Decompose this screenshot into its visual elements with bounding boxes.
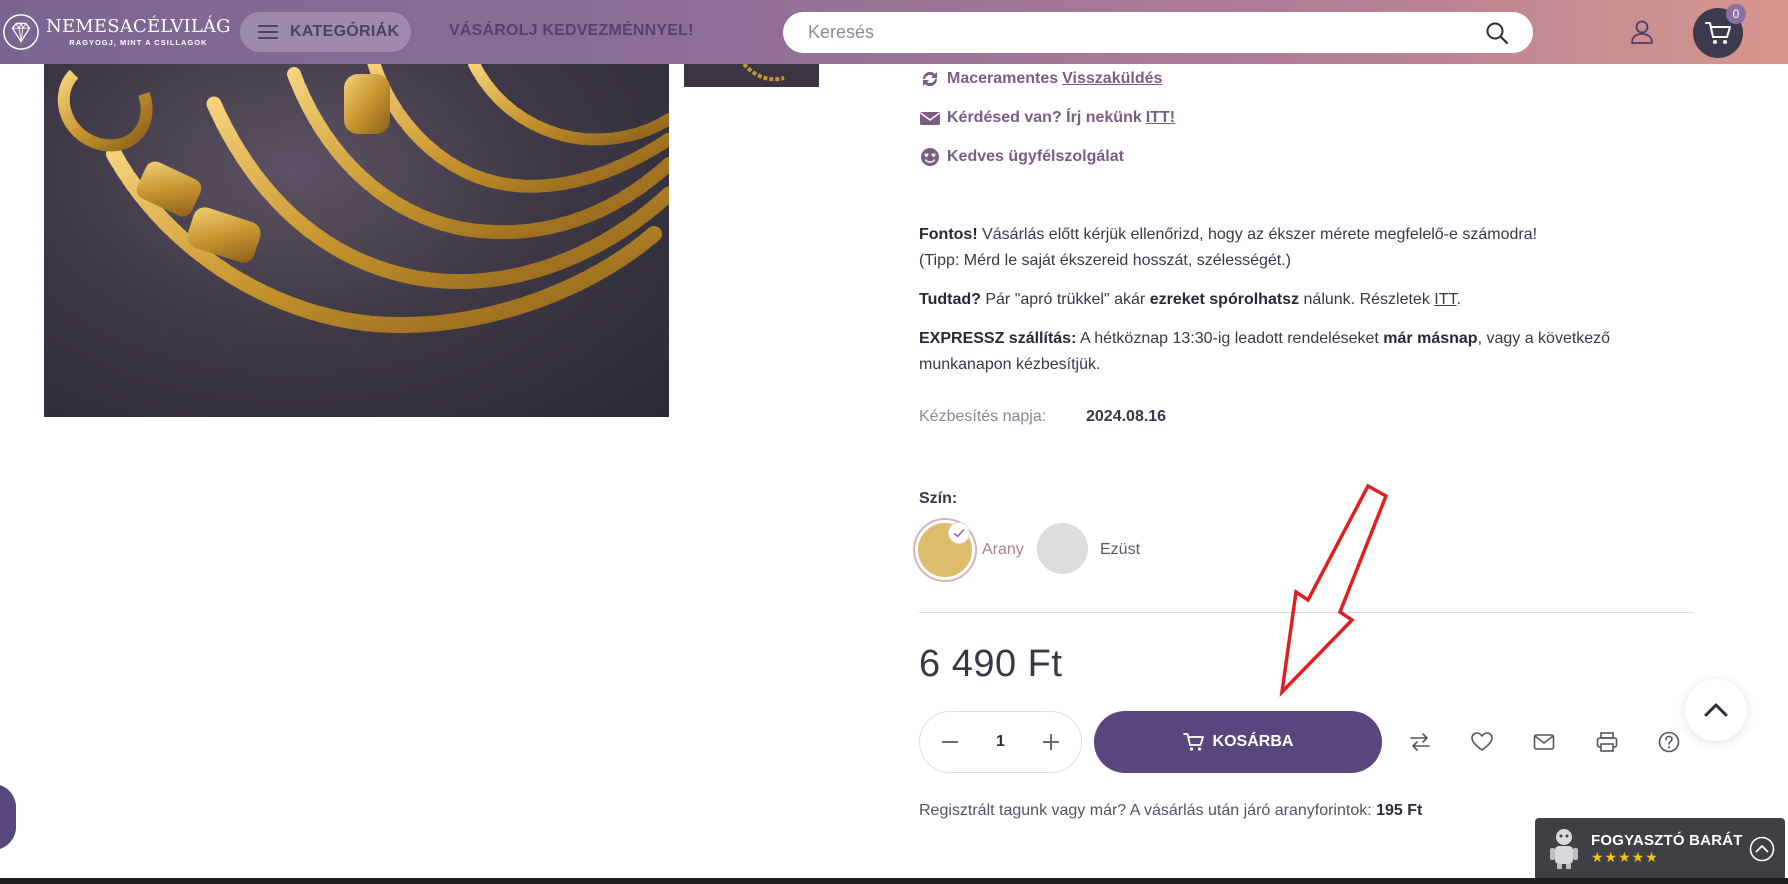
- express-text: A hétköznap 13:30-ig leadott rendeléseke…: [1079, 330, 1379, 347]
- express-shipping-note: EXPRESSZ szállítás: A hétköznap 13:30-ig…: [919, 326, 1679, 378]
- cart-count-badge: 0: [1726, 4, 1746, 24]
- chevron-up-circle-icon[interactable]: [1749, 836, 1775, 862]
- envelope-icon: [920, 112, 940, 125]
- important-text: Vásárlás előtt kérjük ellenőrizd, hogy a…: [982, 226, 1538, 243]
- express-text2: , vagy a következő: [1477, 330, 1611, 347]
- compare-icon[interactable]: [1408, 730, 1432, 754]
- logo-text: NEMESACÉLVILÁG RAGYOGJ, MINT A CSILLAGOK: [46, 15, 231, 48]
- search-bar: [783, 12, 1533, 53]
- color-label: Szín:: [919, 490, 958, 507]
- product-price: 6 490 Ft: [919, 643, 1063, 685]
- thumbnail-image: [742, 64, 785, 82]
- return-arrows-icon: [922, 71, 938, 87]
- perk-support: Kedves ügyfélszolgálat: [919, 146, 1124, 168]
- checkmark-icon: [948, 522, 970, 544]
- smiley-heart-eyes-icon: [921, 148, 939, 166]
- express-bold: EXPRESSZ szállítás:: [919, 330, 1077, 347]
- important-note: Fontos! Vásárlás előtt kérjük ellenőrizd…: [919, 222, 1679, 274]
- tip-text: (Tipp: Mérd le saját ékszereid hosszát, …: [919, 252, 1292, 269]
- color-swatch-silver[interactable]: [1037, 523, 1088, 574]
- heart-icon[interactable]: [1470, 730, 1494, 754]
- add-to-cart-label: KOSÁRBA: [1212, 733, 1294, 750]
- did-you-know-note: Tudtad? Pár "apró trükkel" akár ezreket …: [919, 291, 1461, 308]
- did-you-know-text2: nálunk. Részletek: [1303, 291, 1430, 308]
- did-you-know-text: Pár "apró trükkel" akár: [985, 291, 1146, 308]
- express-text3: munkanapon kézbesítjük.: [919, 356, 1101, 373]
- site-header: NEMESACÉLVILÁG RAGYOGJ, MINT A CSILLAGOK…: [0, 0, 1788, 64]
- divider: [919, 612, 1694, 613]
- color-option-silver-label[interactable]: Ezüst: [1100, 541, 1140, 559]
- badge-title: FOGYASZTÓ BARÁT: [1591, 831, 1743, 849]
- badge-stars: ★★★★★: [1591, 848, 1659, 865]
- chevron-up-icon: [1704, 703, 1728, 717]
- mascot-icon: [1550, 829, 1578, 869]
- did-you-know-link[interactable]: ITT: [1434, 291, 1456, 308]
- returns-link[interactable]: Visszaküldés: [1062, 70, 1162, 88]
- mail-icon[interactable]: [1532, 730, 1556, 754]
- question-icon[interactable]: [1657, 730, 1681, 754]
- bottom-bar: [0, 878, 1788, 884]
- shopping-cart-icon: [1182, 733, 1204, 751]
- categories-label: KATEGÓRIÁK: [290, 23, 400, 40]
- contact-link[interactable]: ITT!: [1146, 109, 1175, 127]
- important-bold: Fontos!: [919, 226, 978, 243]
- product-main-image[interactable]: [44, 64, 669, 417]
- returns-text: Maceramentes: [947, 70, 1059, 87]
- loyalty-text: Regisztrált tagunk vagy már? A vásárlás …: [919, 802, 1372, 819]
- delivery-date-label: Kézbesítés napja:: [919, 408, 1047, 425]
- product-thumbnail[interactable]: [684, 64, 819, 87]
- did-you-know-bold: Tudtad?: [919, 291, 981, 308]
- hamburger-menu-icon: [258, 25, 278, 39]
- discount-promo-link[interactable]: VÁSÁROLJ KEDVEZMÉNNYEL!: [449, 22, 694, 40]
- minus-icon[interactable]: [940, 732, 960, 752]
- loyalty-points-note: Regisztrált tagunk vagy már? A vásárlás …: [919, 802, 1422, 820]
- side-chat-tab[interactable]: [0, 784, 16, 850]
- consumer-friendly-badge[interactable]: FOGYASZTÓ BARÁT ★★★★★: [1535, 818, 1785, 878]
- print-icon[interactable]: [1595, 730, 1619, 754]
- badge-text: FOGYASZTÓ BARÁT ★★★★★: [1591, 832, 1743, 865]
- diamond-logo-icon: [3, 14, 39, 50]
- express-bold2: már másnap: [1383, 330, 1478, 347]
- logo-tagline: RAGYOGJ, MINT A CSILLAGOK: [69, 37, 208, 47]
- gold-rope-chain-image: [57, 64, 669, 333]
- logo-name: NEMESACÉLVILÁG: [46, 15, 231, 37]
- quantity-stepper: 1: [919, 711, 1082, 773]
- shopping-cart-icon: [1705, 22, 1731, 44]
- search-input[interactable]: [808, 22, 1448, 43]
- support-text: Kedves ügyfélszolgálat: [947, 148, 1124, 165]
- categories-button[interactable]: KATEGÓRIÁK: [240, 12, 411, 52]
- perk-contact: Kérdésed van? Írj nekünk ITT!: [919, 107, 1175, 129]
- color-option-gold-label[interactable]: Arany: [982, 541, 1024, 559]
- delivery-date-value: 2024.08.16: [1086, 408, 1167, 425]
- did-you-know-bold2: ezreket spórolhatsz: [1149, 291, 1300, 308]
- plus-icon[interactable]: [1041, 732, 1061, 752]
- scroll-to-top-button[interactable]: [1685, 679, 1747, 741]
- site-logo[interactable]: NEMESACÉLVILÁG RAGYOGJ, MINT A CSILLAGOK: [2, 10, 231, 54]
- perk-free-returns: Maceramentes Visszaküldés: [919, 68, 1162, 90]
- user-account-icon[interactable]: [1628, 18, 1656, 46]
- search-icon[interactable]: [1485, 21, 1509, 45]
- loyalty-value: 195 Ft: [1376, 802, 1423, 819]
- quantity-value[interactable]: 1: [996, 733, 1005, 751]
- contact-text: Kérdésed van? Írj nekünk: [947, 109, 1142, 126]
- add-to-cart-button[interactable]: KOSÁRBA: [1094, 711, 1382, 773]
